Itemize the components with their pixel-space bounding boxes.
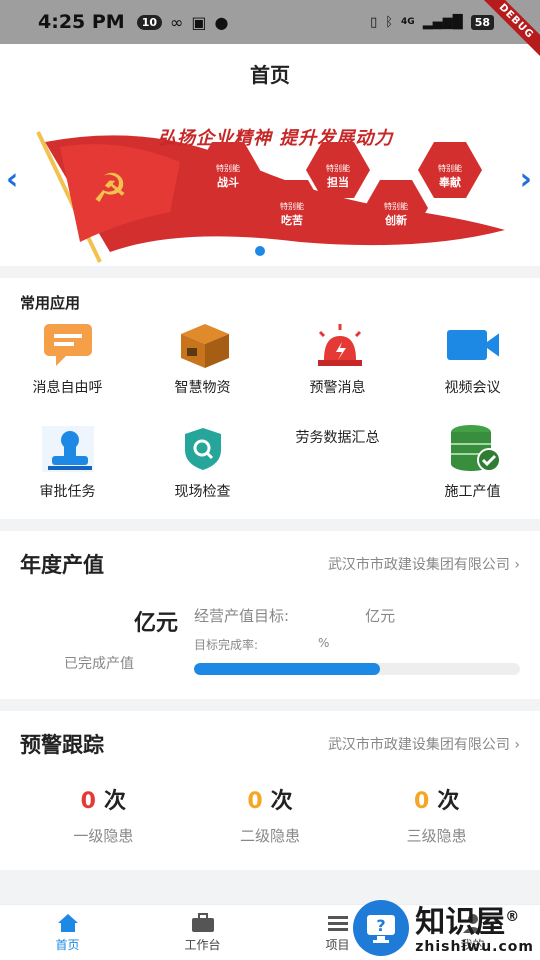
carousel-indicator-dot [255, 246, 265, 256]
chat-bubble-icon [42, 319, 94, 371]
shield-search-icon [177, 423, 229, 475]
app-label: 现场检查 [174, 484, 231, 500]
message-icon: ● [214, 12, 229, 32]
svg-text:?: ? [377, 916, 386, 935]
android-icon: ▣ [191, 12, 207, 32]
progress-fill [194, 663, 380, 675]
card-title: 年度产值 [20, 553, 104, 577]
app-label: 施工产值 [444, 484, 501, 500]
rate-unit: % [318, 636, 330, 650]
hazard-label: 一级隐患 [73, 827, 134, 845]
watermark-url: zhishiwu.com [415, 939, 534, 955]
banner-carousel[interactable]: ☭ 弘扬企业精神 提升发展动力 特别能 战斗 特别能 吃苦 特别能 担当 特别能 创新 … [0, 102, 540, 266]
app-label: 智慧物资 [174, 380, 231, 396]
org-selector-link[interactable]: 武汉市市政建设集团有限公司 › [328, 554, 520, 574]
app-labor-data-summary[interactable]: 劳务数据汇总 [270, 423, 405, 509]
carousel-next-arrow-icon[interactable]: › [520, 162, 532, 197]
app-construction-output[interactable]: 施工产值 [405, 423, 540, 509]
list-icon [327, 915, 348, 931]
registered-mark: ® [505, 909, 520, 925]
svg-text:☭: ☭ [92, 166, 128, 212]
box-icon [177, 319, 229, 371]
app-message-call[interactable]: 消息自由呼 [0, 319, 135, 405]
tab-home[interactable]: 首页 [0, 905, 135, 960]
hazard-unit: 次 [270, 789, 293, 814]
hazard-unit: 次 [103, 789, 126, 814]
app-label: 劳务数据汇总 [295, 430, 380, 446]
hazard-level-3[interactable]: 0次 三级隐患 [353, 783, 520, 846]
notification-count-badge: 10 [136, 14, 163, 30]
hazard-count: 0 [247, 789, 263, 814]
battery-icon: 58 [470, 14, 494, 30]
app-label: 视频会议 [444, 380, 501, 396]
target-unit: 亿元 [365, 607, 396, 625]
app-video-meeting[interactable]: 视频会议 [405, 319, 540, 405]
link-icon: ∞ [170, 12, 184, 32]
completed-value [37, 609, 134, 633]
section-title: 常用应用 [20, 294, 81, 312]
app-label: 审批任务 [39, 484, 96, 500]
briefcase-icon [191, 912, 214, 932]
hazard-level-1[interactable]: 0次 一级隐患 [20, 783, 187, 846]
home-icon [57, 913, 78, 932]
completed-unit: 亿元 [133, 611, 178, 636]
completed-label: 已完成产值 [64, 656, 134, 672]
stamp-icon [41, 423, 94, 475]
app-label: 预警消息 [309, 380, 366, 396]
app-label: 消息自由呼 [32, 380, 103, 396]
completion-progress-bar [194, 663, 520, 675]
app-warning-messages[interactable]: 预警消息 [270, 319, 405, 405]
app-bar: 首页 [0, 44, 540, 102]
vibrate-icon: ▯ [370, 14, 378, 30]
alarm-siren-icon [312, 319, 364, 371]
watermark-logo: ? 知识屋® zhishiwu.com [353, 900, 534, 956]
hazard-label: 三级隐患 [406, 827, 467, 845]
status-bar: 4:25 PM 10 ∞ ▣ ● ▯ ᛒ 4G ▂▄▆█ 58 DEBUG [0, 0, 540, 64]
target-label: 经营产值目标: [194, 607, 290, 625]
database-check-icon [447, 423, 499, 475]
watermark-text: 知识屋 [415, 905, 506, 940]
bluetooth-icon: ᛒ [385, 14, 394, 30]
hazard-label: 二级隐患 [240, 827, 301, 845]
app-smart-materials[interactable]: 智慧物资 [135, 319, 270, 405]
banner-slogan: 弘扬企业精神 提升发展动力 [158, 128, 394, 149]
hazard-unit: 次 [437, 789, 460, 814]
annual-output-card: 年度产值 武汉市市政建设集团有限公司 › 亿元 已完成产值 经营产值目标: 亿元… [0, 531, 540, 699]
hazard-level-2[interactable]: 0次 二级隐患 [187, 783, 354, 846]
tab-label: 项目 [325, 937, 350, 952]
tab-workbench[interactable]: 工作台 [135, 905, 270, 960]
status-time: 4:25 PM [38, 11, 125, 33]
network-label: 4G [401, 17, 415, 27]
carousel-prev-arrow-icon[interactable]: ‹ [6, 162, 18, 197]
app-site-inspection[interactable]: 现场检查 [135, 423, 270, 509]
page-title: 首页 [250, 62, 290, 87]
tab-label: 首页 [55, 937, 80, 952]
hazard-count: 0 [414, 789, 430, 814]
common-apps-section: 常用应用 消息自由呼 智慧物资 预警消息 视频会议 审批任务 现场检查 劳务数据… [0, 278, 540, 519]
monitor-question-icon: ? [353, 900, 410, 956]
tab-label: 工作台 [184, 937, 221, 952]
org-selector-link[interactable]: 武汉市市政建设集团有限公司 › [328, 734, 520, 754]
hazard-count: 0 [80, 789, 96, 814]
app-approval-tasks[interactable]: 审批任务 [0, 423, 135, 509]
card-title: 预警跟踪 [20, 733, 104, 757]
warning-tracking-card: 预警跟踪 武汉市市政建设集团有限公司 › 0次 一级隐患 0次 二级隐患 0次 … [0, 711, 540, 870]
video-camera-icon [446, 319, 499, 371]
signal-icon: ▂▄▆█ [422, 14, 463, 30]
rate-label: 目标完成率: [194, 638, 259, 652]
